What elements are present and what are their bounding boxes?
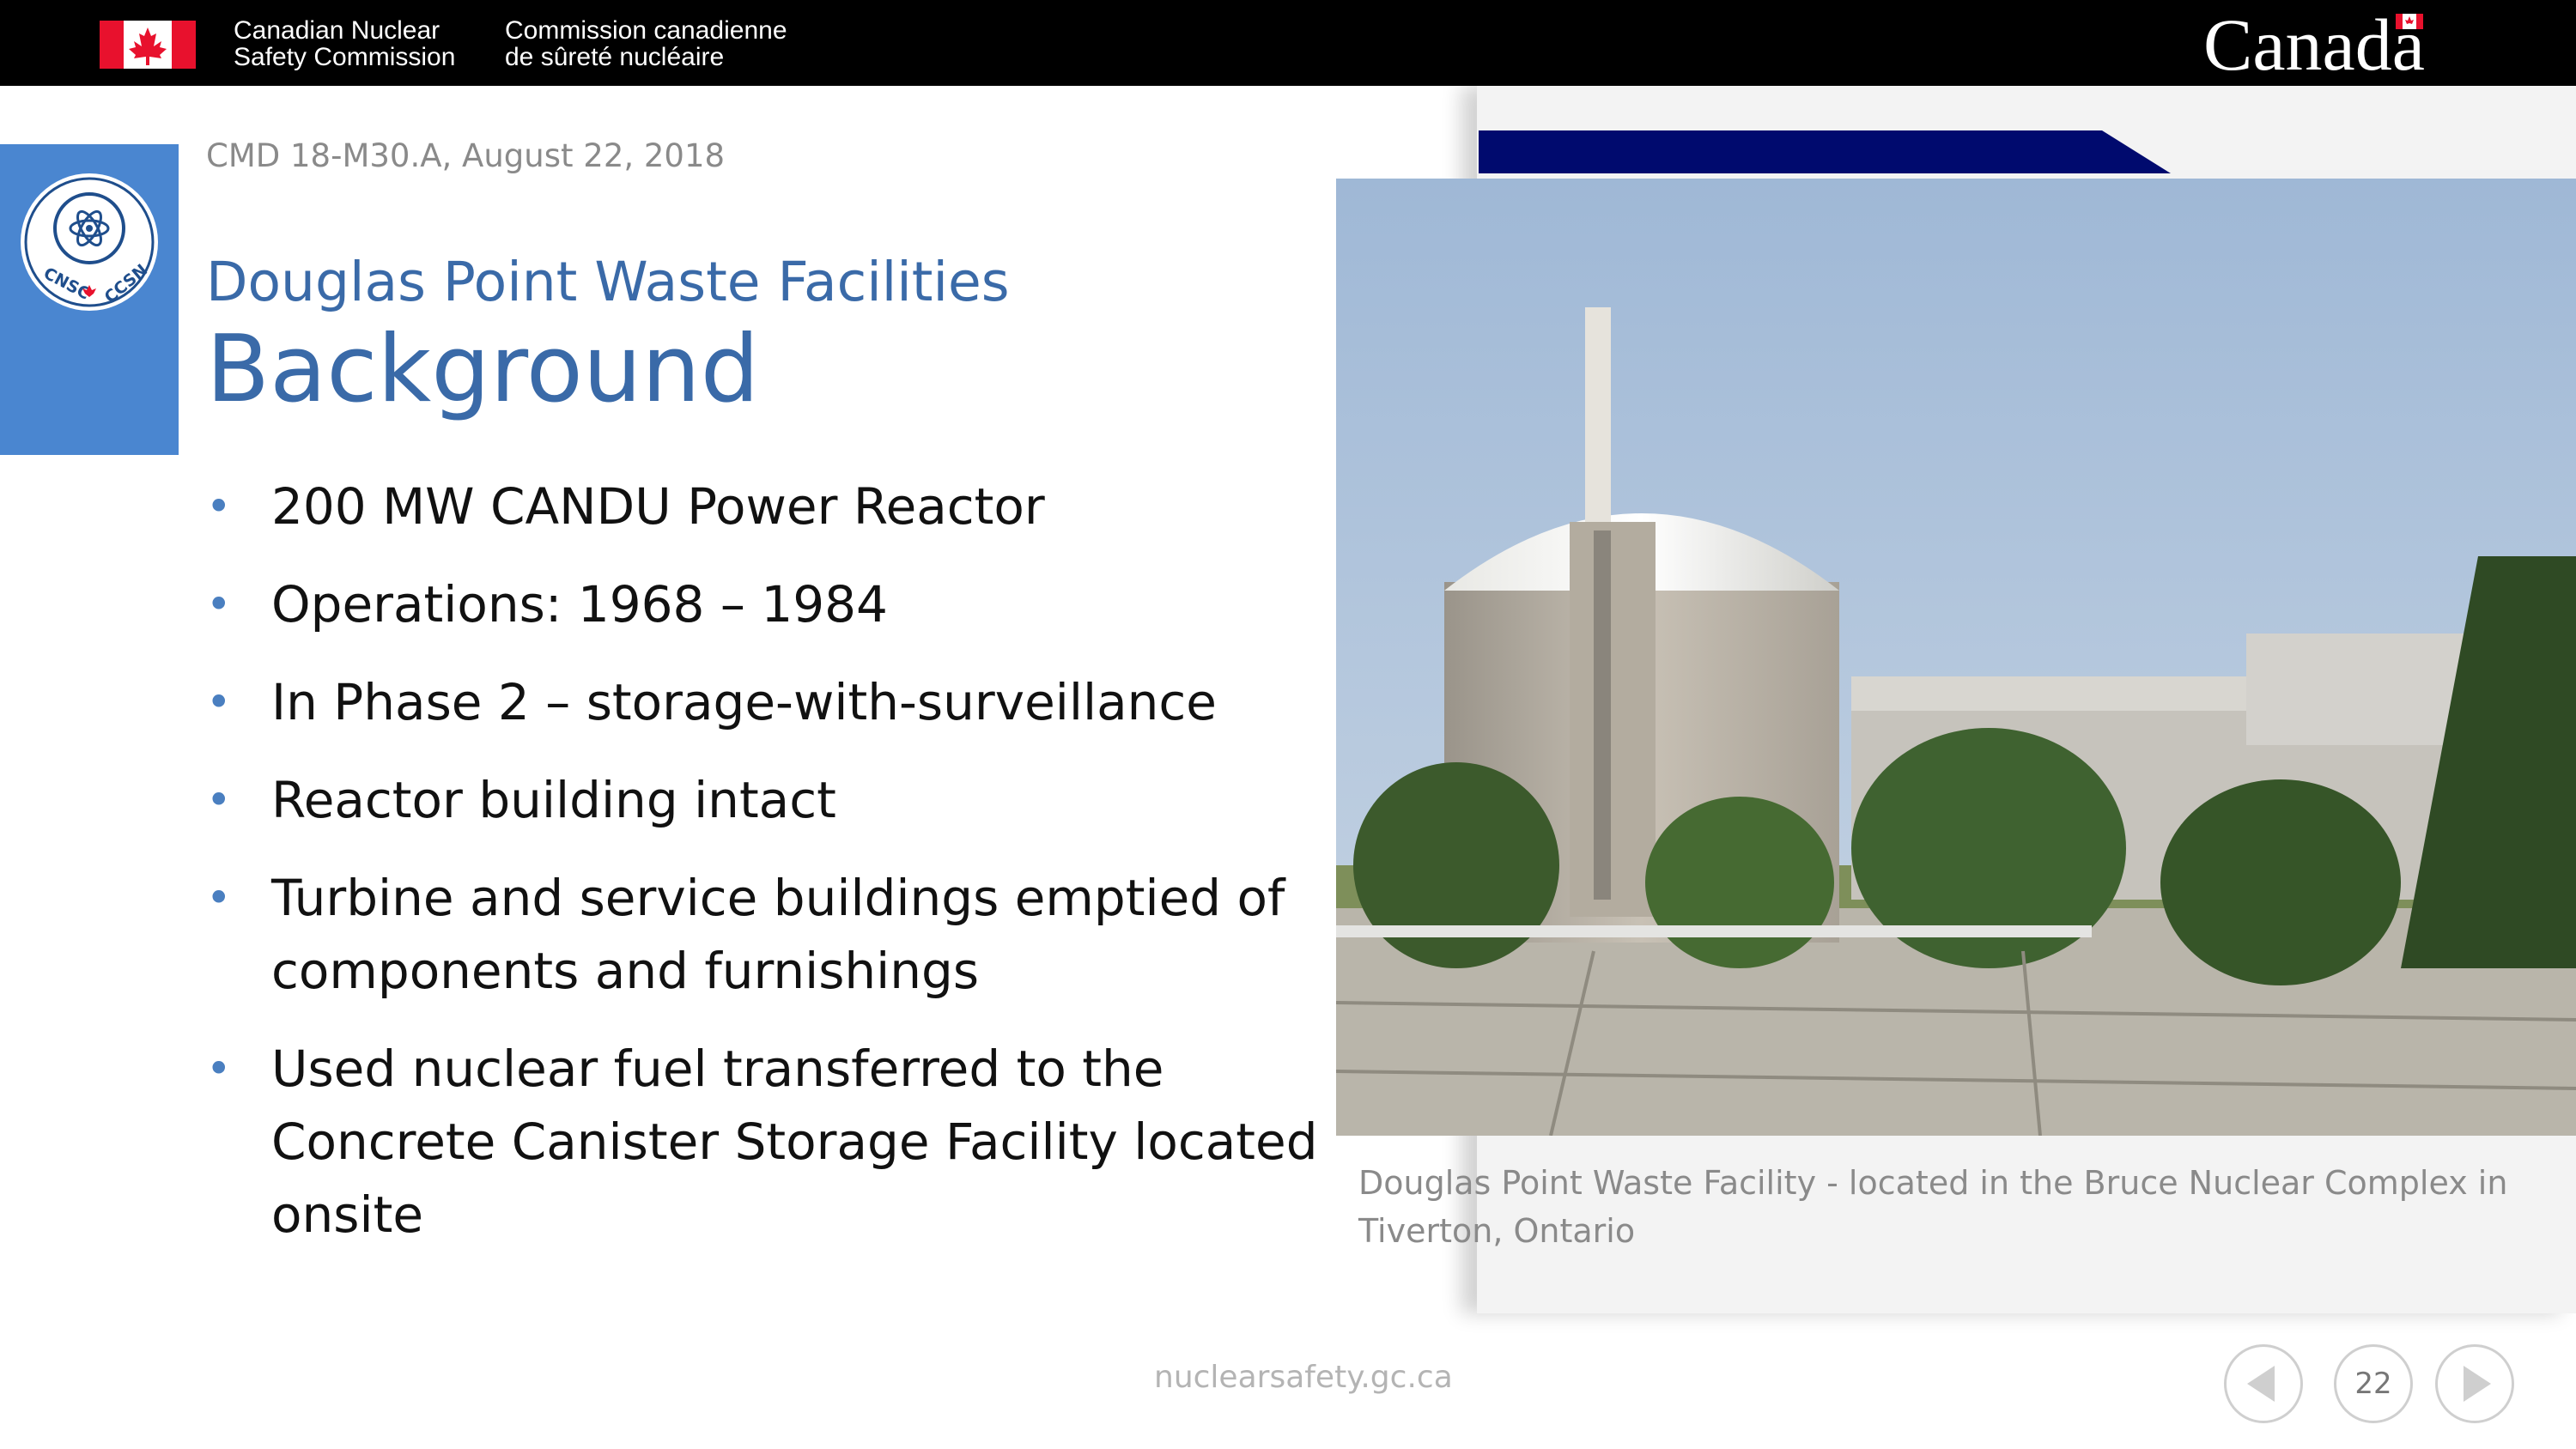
bullet-item: • In Phase 2 – storage-with-surveillance <box>206 666 1336 739</box>
bullet-list: • 200 MW CANDU Power Reactor • Operations:… <box>206 470 1322 1276</box>
bullet-item: • Turbine and service buildings emptied o… <box>206 862 1336 1008</box>
slide-subtitle: Douglas Point Waste Facilities <box>206 251 1010 313</box>
bullet-text: Reactor building intact <box>271 771 836 829</box>
bullet-text: Turbine and service buildings emptied of… <box>271 869 1285 1000</box>
cnsc-logo-panel: CNSC CCSN <box>0 144 179 455</box>
slide-title: Background <box>206 316 760 423</box>
agency-name-french: Commission canadienne de sûreté nucléair… <box>505 17 787 70</box>
previous-slide-button[interactable] <box>2224 1344 2303 1423</box>
photo-caption: Douglas Point Waste Facility - located i… <box>1358 1164 2508 1250</box>
bullet-dot-icon: • <box>206 677 232 727</box>
bullet-item: • Operations: 1968 – 1984 <box>206 568 1336 641</box>
canada-flag-icon <box>100 21 196 69</box>
bullet-text: Used nuclear fuel transferred to the Con… <box>271 1040 1318 1244</box>
cnsc-logo: CNSC CCSN <box>21 173 158 311</box>
agency-name-french-line2: de sûreté nucléaire <box>505 43 725 71</box>
triangle-left-icon <box>2247 1366 2275 1402</box>
agency-name-english: Canadian Nuclear Safety Commission <box>234 17 455 70</box>
bullet-text: 200 MW CANDU Power Reactor <box>271 477 1045 536</box>
bullet-text: In Phase 2 – storage-with-surveillance <box>271 673 1217 731</box>
agency-name-french-line1: Commission canadienne <box>505 16 787 45</box>
bullet-text: Operations: 1968 – 1984 <box>271 575 888 634</box>
page-number-badge: 22 <box>2334 1344 2413 1423</box>
page-number: 22 <box>2354 1367 2392 1401</box>
bullet-dot-icon: • <box>206 873 232 923</box>
bullet-dot-icon: • <box>206 579 232 629</box>
next-slide-button[interactable] <box>2435 1344 2514 1423</box>
bullet-item: • 200 MW CANDU Power Reactor <box>206 470 1336 543</box>
bullet-dot-icon: • <box>206 1044 232 1094</box>
wordmark-flag-icon <box>2396 14 2423 29</box>
bullet-item: • Used nuclear fuel transferred to the Co… <box>206 1033 1336 1252</box>
bullet-dot-icon: • <box>206 482 232 531</box>
bullet-dot-icon: • <box>206 775 232 825</box>
government-header-bar: Canadian Nuclear Safety Commission Commi… <box>0 0 2576 86</box>
bullet-item: • Reactor building intact <box>206 764 1336 837</box>
agency-name-english-line2: Safety Commission <box>234 43 456 71</box>
douglas-point-facility-photo <box>1336 179 2576 1136</box>
navy-accent-bar <box>1479 130 2171 173</box>
agency-name-english-line1: Canadian Nuclear <box>234 16 440 45</box>
document-reference: CMD 18-M30.A, August 22, 2018 <box>206 137 726 174</box>
canada-wordmark: Canada <box>2203 3 2425 86</box>
triangle-right-icon <box>2464 1366 2491 1402</box>
footer-url[interactable]: nuclearsafety.gc.ca <box>1154 1360 1453 1395</box>
